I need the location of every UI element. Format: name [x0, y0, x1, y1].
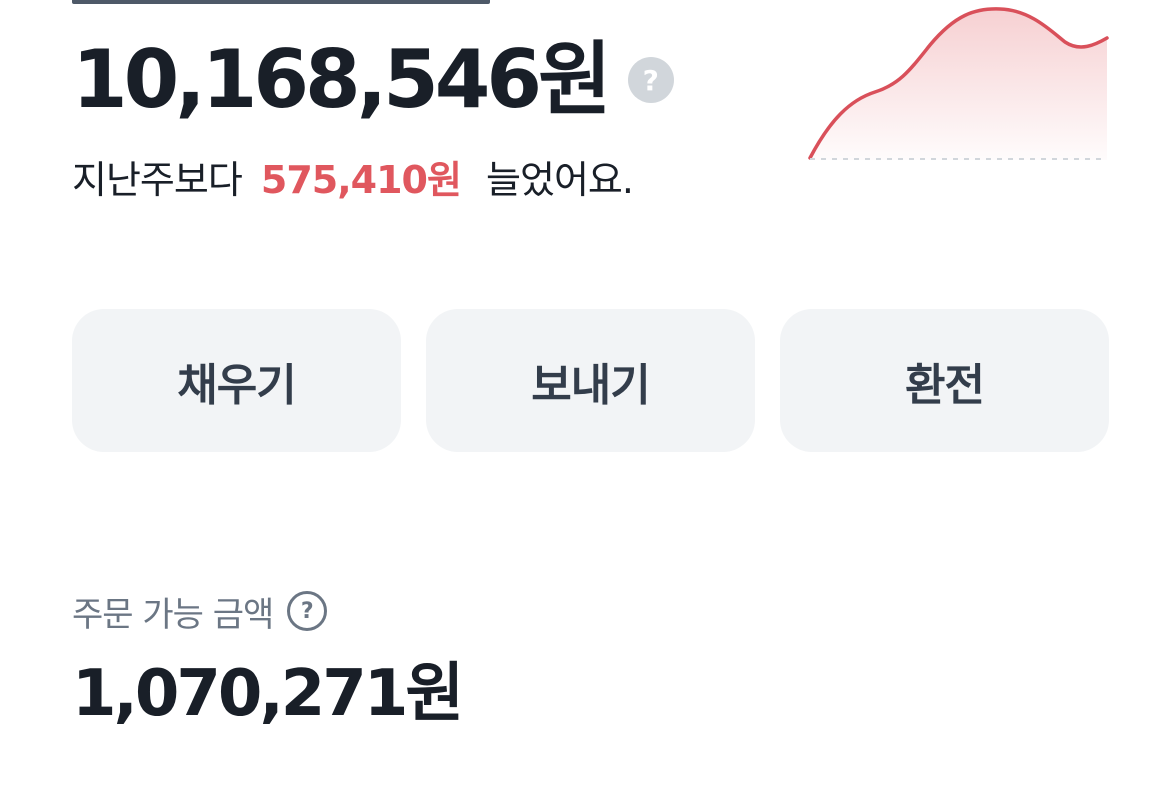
- sparkline-area: [810, 8, 1107, 160]
- weekly-change-amount: 575,410원: [260, 158, 462, 202]
- trend-sparkline-icon: [808, 7, 1109, 160]
- action-buttons: 채우기 보내기 환전: [72, 309, 1109, 452]
- send-button[interactable]: 보내기: [426, 309, 755, 452]
- weekly-change-text: 지난주보다 575,410원 늘었어요.: [72, 153, 634, 207]
- orderable-help-icon[interactable]: ?: [287, 591, 328, 631]
- balance-help-icon[interactable]: ?: [627, 57, 674, 103]
- orderable-amount: 1,070,271원: [72, 657, 464, 731]
- orderable-label: 주문 가능 금액: [72, 594, 274, 635]
- orderable-label-row: 주문 가능 금액 ?: [72, 588, 328, 635]
- weekly-change-suffix: 늘었어요.: [486, 158, 634, 202]
- top-tab-indicator: [72, 0, 490, 4]
- total-balance: 10,168,546원: [72, 33, 612, 126]
- exchange-button[interactable]: 환전: [780, 309, 1109, 452]
- balance-row: 10,168,546원 ?: [72, 30, 674, 130]
- weekly-change-prefix: 지난주보다: [72, 158, 243, 202]
- fill-button[interactable]: 채우기: [72, 309, 401, 452]
